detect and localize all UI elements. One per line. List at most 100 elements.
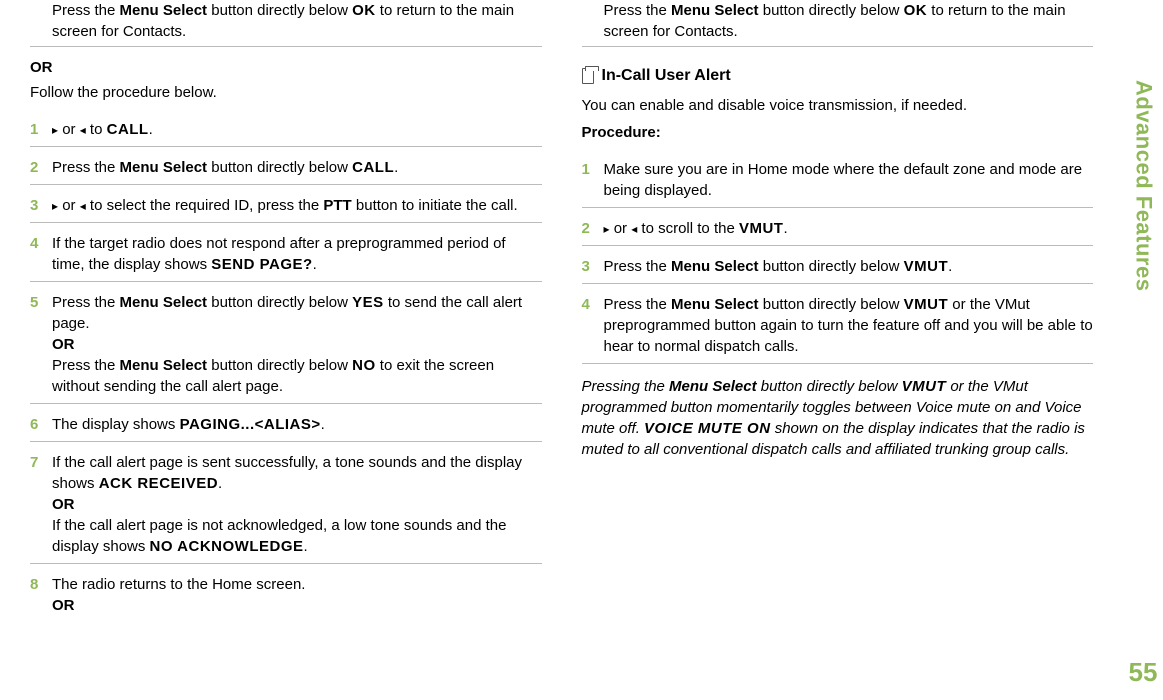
ok-label: OK: [904, 2, 928, 19]
text: Press the: [604, 296, 672, 313]
text: to: [86, 121, 107, 138]
r-step-3: 3 Press the Menu Select button directly …: [582, 246, 1094, 277]
text: Press the: [52, 159, 120, 176]
or-label: OR: [30, 57, 542, 78]
vmut-label: VMUT: [904, 258, 949, 275]
step-8: 8 The radio returns to the Home screen. …: [30, 564, 542, 616]
text: The radio returns to the Home screen.: [52, 576, 305, 593]
text: .: [218, 475, 222, 492]
text: .: [394, 159, 398, 176]
text: .: [948, 258, 952, 275]
step-text: or to CALL.: [52, 119, 542, 140]
text: button directly below: [207, 294, 352, 311]
menu-select-label: Menu Select: [120, 357, 208, 374]
section-header: In-Call User Alert: [582, 65, 1094, 87]
step-text: Press the Menu Select button directly be…: [604, 294, 1094, 357]
or-label: OR: [52, 336, 75, 353]
text: button directly below: [207, 159, 352, 176]
ptt-label: PTT: [323, 197, 351, 214]
text: button to initiate the call.: [352, 197, 518, 214]
step-number: 5: [30, 292, 52, 397]
text: The display shows: [52, 416, 180, 433]
step-text: If the call alert page is sent successfu…: [52, 452, 542, 557]
call-label: CALL: [352, 159, 394, 176]
text: button directly below: [759, 296, 904, 313]
no-acknowledge-label: NO ACKNOWLEDGE: [150, 538, 304, 555]
text: to select the required ID, press the: [86, 197, 324, 214]
step-text: The radio returns to the Home screen. OR: [52, 574, 542, 616]
step-3: 3 or to select the required ID, press th…: [30, 185, 542, 216]
text: .: [783, 220, 787, 237]
vmut-label: VMUT: [739, 220, 784, 237]
or-label: OR: [52, 496, 75, 513]
or-label: OR: [52, 597, 75, 614]
vmut-label: VMUT: [904, 296, 949, 313]
section-description: You can enable and disable voice transmi…: [582, 95, 1094, 116]
step-number: 7: [30, 452, 52, 557]
step-4: 4 If the target radio does not respond a…: [30, 223, 542, 275]
step-text: or to scroll to the VMUT.: [604, 218, 1094, 239]
divider: [30, 46, 542, 47]
follow-text: Follow the procedure below.: [30, 82, 542, 103]
menu-select-label: Menu Select: [671, 296, 759, 313]
step-number: 4: [30, 233, 52, 275]
text: or: [58, 197, 80, 214]
manual-page: Press the Menu Select button directly be…: [0, 0, 1163, 700]
text: to scroll to the: [637, 220, 739, 237]
text: button directly below: [207, 2, 352, 19]
step-text: If the target radio does not respond aft…: [52, 233, 542, 275]
text: button directly below: [207, 357, 352, 374]
text: or: [610, 220, 632, 237]
r-step-4: 4 Press the Menu Select button directly …: [582, 284, 1094, 357]
divider: [582, 363, 1094, 364]
text: Press the: [52, 294, 120, 311]
text: .: [313, 256, 317, 273]
vmut-label: VMUT: [902, 378, 947, 395]
step-1: 1 or to CALL.: [30, 109, 542, 140]
right-column: Press the Menu Select button directly be…: [562, 0, 1124, 700]
text: button directly below: [759, 2, 904, 19]
text: Press the: [604, 2, 672, 19]
step-number: 4: [582, 294, 604, 357]
left-column: Press the Menu Select button directly be…: [0, 0, 562, 700]
ack-received-label: ACK RECEIVED: [99, 475, 218, 492]
divider: [582, 46, 1094, 47]
step-6: 6 The display shows PAGING...<ALIAS>.: [30, 404, 542, 435]
send-page-label: SEND PAGE?: [211, 256, 312, 273]
text: .: [321, 416, 325, 433]
text: .: [304, 538, 308, 555]
menu-select-label: Menu Select: [120, 294, 208, 311]
sidebar: Advanced Features 55: [1123, 0, 1163, 700]
text: Press the: [52, 2, 120, 19]
text: Press the: [604, 258, 672, 275]
yes-label: YES: [352, 294, 384, 311]
section-title: In-Call User Alert: [602, 65, 731, 87]
menu-select-label: Menu Select: [671, 2, 759, 19]
step-text: Press the Menu Select button directly be…: [52, 292, 542, 397]
menu-select-label: Menu Select: [669, 378, 757, 395]
step-number: 1: [582, 159, 604, 201]
step-text: The display shows PAGING...<ALIAS>.: [52, 414, 542, 435]
paging-label: PAGING...<ALIAS>: [180, 416, 321, 433]
left-intro: Press the Menu Select button directly be…: [30, 0, 542, 42]
text: or: [58, 121, 80, 138]
step-text: Make sure you are in Home mode where the…: [604, 159, 1094, 201]
text: button directly below: [757, 378, 902, 395]
page-number: 55: [1129, 654, 1158, 690]
sidebar-title: Advanced Features: [1128, 80, 1159, 291]
step-number: 2: [582, 218, 604, 239]
step-text: or to select the required ID, press the …: [52, 195, 542, 216]
call-label: CALL: [107, 121, 149, 138]
step-number: 2: [30, 157, 52, 178]
step-text: Press the Menu Select button directly be…: [52, 157, 542, 178]
note-paragraph: Pressing the Menu Select button directly…: [582, 376, 1094, 460]
step-number: 3: [30, 195, 52, 216]
right-intro: Press the Menu Select button directly be…: [582, 0, 1094, 42]
step-number: 1: [30, 119, 52, 140]
procedure-label: Procedure:: [582, 122, 1094, 143]
ok-label: OK: [352, 2, 376, 19]
step-5: 5 Press the Menu Select button directly …: [30, 282, 542, 397]
text: Press the: [52, 357, 120, 374]
menu-select-label: Menu Select: [120, 2, 208, 19]
step-number: 6: [30, 414, 52, 435]
